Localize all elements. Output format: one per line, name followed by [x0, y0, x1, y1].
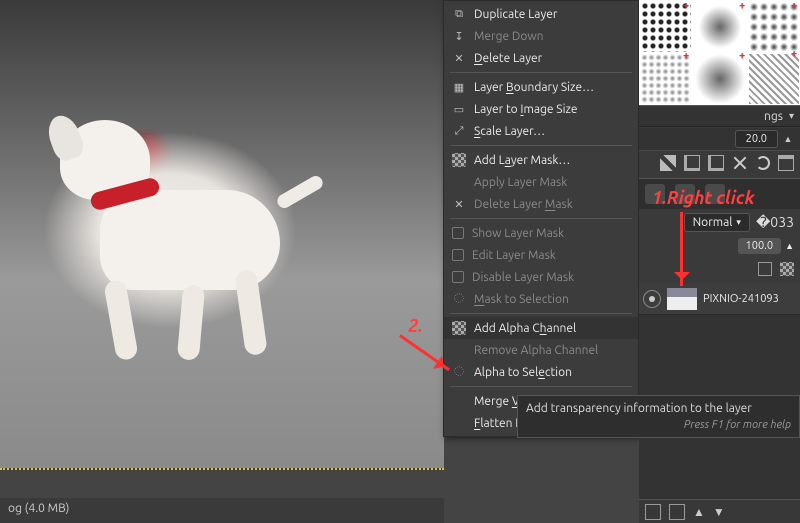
menu-show-layer-mask: Show Layer Mask: [444, 222, 638, 244]
menu-mask-to-selection: ◌ Mask to Selection: [444, 288, 638, 310]
layer-thumbnail[interactable]: [667, 288, 697, 310]
status-bar: og (4.0 MB): [0, 498, 444, 523]
status-text: og (4.0 MB): [8, 502, 69, 515]
menu-duplicate-layer[interactable]: ⧉ Duplicate Layer: [444, 3, 638, 25]
menu-delete-layer[interactable]: ✕ Delete Layer: [444, 47, 638, 69]
separator: [450, 313, 632, 314]
new-group-icon[interactable]: [669, 504, 685, 520]
combo-label: ngs: [764, 110, 783, 123]
delete-brush-icon[interactable]: [732, 155, 748, 171]
refresh-icon[interactable]: [756, 156, 770, 170]
checkbox-icon: [452, 271, 464, 283]
opacity-value[interactable]: 100.0: [738, 238, 782, 254]
menu-boundary-size[interactable]: ▦ Layer Boundary Size…: [444, 76, 638, 98]
layer-list[interactable]: PIXNIO-241093: [639, 283, 800, 499]
menu-alpha-to-selection[interactable]: ◌ Alpha to Selection: [444, 361, 638, 383]
menu-merge-down: ↧ Merge Down: [444, 25, 638, 47]
duplicate-brush-icon[interactable]: [708, 155, 724, 171]
layer-context-menu: ⧉ Duplicate Layer ↧ Merge Down ✕ Delete …: [443, 0, 639, 437]
menu-add-alpha-channel[interactable]: Add Alpha Channel: [444, 317, 638, 339]
image-canvas[interactable]: [0, 0, 444, 470]
lock-row: [639, 257, 800, 281]
brush-toolbar: [639, 150, 800, 174]
annotation-2: 2.: [408, 316, 423, 336]
checkbox-icon: [452, 227, 464, 239]
scale-icon: ⤢: [452, 124, 466, 138]
boundary-icon: ▦: [452, 80, 466, 94]
up-arrow-icon[interactable]: ▲: [785, 241, 794, 251]
menu-apply-layer-mask: Apply Layer Mask: [444, 171, 638, 193]
blank-icon: [452, 343, 466, 357]
menu-scale-layer[interactable]: ⤢ Scale Layer…: [444, 120, 638, 142]
blank-icon: [452, 175, 466, 189]
layers-dock: Normal ▾ �033 100.0 ▲ PIXNIO-241093: [639, 178, 800, 499]
alpha-icon: [452, 321, 466, 335]
layer-row[interactable]: PIXNIO-241093: [639, 283, 800, 315]
delete-mask-icon: ✕: [452, 197, 466, 211]
merge-down-icon: ↧: [452, 29, 466, 43]
delete-icon: ✕: [452, 51, 466, 65]
alpha-sel-icon: ◌: [452, 365, 466, 379]
chevron-down-icon: ▾: [736, 217, 741, 228]
brush-combo[interactable]: ngs ▾: [639, 105, 800, 127]
up-arrow-icon[interactable]: ▲: [782, 134, 794, 144]
mode-reset-icon[interactable]: �033: [756, 214, 794, 231]
right-dock: +++ +++ ngs ▾ 20.0 ▲ Normal ▾ �033 10: [639, 0, 800, 523]
checkbox-icon: [452, 249, 464, 261]
duplicate-icon: ⧉: [452, 7, 466, 21]
fit-icon: ▭: [452, 102, 466, 116]
open-as-image-icon[interactable]: [778, 155, 794, 171]
spacing-value: 20.0: [735, 130, 778, 148]
brush-grid[interactable]: +++ +++: [639, 0, 800, 105]
tooltip-text: Add transparency information to the laye…: [526, 402, 791, 415]
raise-layer-icon[interactable]: ▲: [693, 505, 705, 519]
chevron-down-icon: ▾: [789, 110, 794, 122]
dog-shape: [40, 70, 340, 370]
lock-alpha-icon[interactable]: [780, 262, 794, 276]
menu-delete-layer-mask: ✕ Delete Layer Mask: [444, 193, 638, 215]
visibility-toggle-icon[interactable]: [643, 290, 661, 308]
layer-name-label[interactable]: PIXNIO-241093: [703, 293, 779, 305]
edit-brush-icon[interactable]: [660, 155, 676, 171]
annotation-arrow-1: [680, 212, 683, 286]
separator: [450, 72, 632, 73]
spacing-spinner[interactable]: 20.0 ▲: [639, 128, 800, 150]
menu-remove-alpha-channel: Remove Alpha Channel: [444, 339, 638, 361]
menu-layer-to-image[interactable]: ▭ Layer to Image Size: [444, 98, 638, 120]
lower-layer-icon[interactable]: ▼: [713, 505, 725, 519]
new-layer-icon[interactable]: [645, 504, 661, 520]
selection-icon: ◌: [452, 292, 466, 306]
menu-edit-layer-mask: Edit Layer Mask: [444, 244, 638, 266]
tooltip-hint: Press F1 for more help: [526, 419, 791, 431]
lock-pixels-icon[interactable]: [758, 262, 772, 276]
menu-add-layer-mask[interactable]: Add Layer Mask…: [444, 149, 638, 171]
tooltip: Add transparency information to the laye…: [517, 395, 800, 438]
layers-toolbar: ▲ ▼: [639, 499, 800, 523]
annotation-1: 1.Right click: [652, 188, 755, 208]
new-brush-icon[interactable]: [684, 155, 700, 171]
separator: [450, 218, 632, 219]
blank-icon: [452, 416, 466, 430]
separator: [450, 386, 632, 387]
blend-mode-combo[interactable]: Normal ▾: [684, 213, 750, 232]
separator: [450, 145, 632, 146]
menu-disable-layer-mask: Disable Layer Mask: [444, 266, 638, 288]
mask-icon: [452, 153, 466, 167]
blank-icon: [452, 394, 466, 408]
